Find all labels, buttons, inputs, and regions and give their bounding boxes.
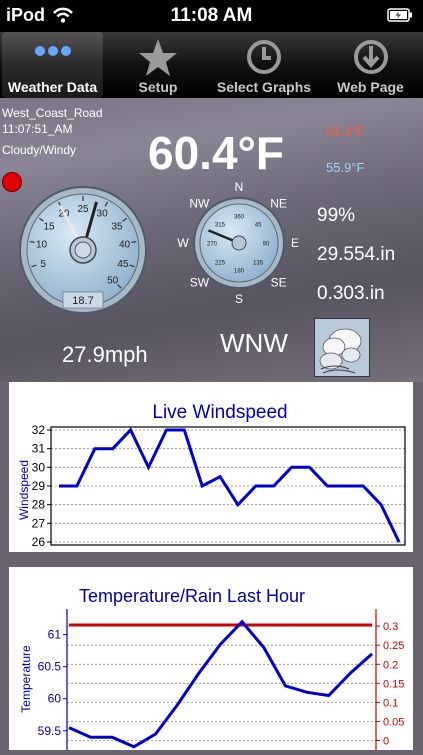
station-name: West_Coast_Road: [2, 106, 103, 120]
y-tick-label: 30: [32, 460, 46, 474]
tab-bar: Weather Data Setup Select Graphs Web Pag…: [0, 32, 423, 98]
y-tick-label: 31: [32, 442, 46, 456]
gauge-tick-label: 10: [36, 239, 48, 250]
compass-degree-label: 225: [215, 261, 226, 267]
compass-degree-label: 270: [207, 242, 218, 248]
current-temperature: 60.4°F: [148, 127, 285, 179]
y-tick-label: 29: [32, 479, 46, 493]
compass-point-label: S: [235, 292, 243, 306]
compass-point-label: SW: [190, 276, 210, 290]
cloudy-windy-icon[interactable]: [314, 318, 370, 377]
status-bar: iPod 11:08 AM: [0, 0, 423, 32]
battery-charging-icon: [387, 8, 412, 22]
gauge-tick-mark: [29, 241, 35, 243]
gauge-tick-label: 50: [107, 276, 119, 287]
condition-text: Cloudy/Windy: [2, 143, 77, 157]
y-axis-label: Temperature: [19, 645, 33, 713]
download-arrow-icon: [353, 40, 388, 74]
tab-select-graphs[interactable]: Select Graphs: [212, 32, 316, 98]
pressure-value: 29.554.in: [317, 244, 396, 265]
station-time: 11:07:51_AM: [2, 122, 73, 136]
compass-point-label: NW: [189, 196, 210, 210]
low-temperature: 55.9°F: [326, 160, 365, 175]
temperature-series-line: [68, 619, 373, 749]
star-icon: [139, 39, 177, 76]
dots-icon: [34, 46, 71, 56]
y2-tick-label: 0.05: [383, 716, 404, 728]
chart-title: Live Windspeed: [152, 402, 287, 423]
compass-point-label: W: [177, 236, 189, 250]
y-tick-label: 26: [32, 535, 46, 549]
tab-label: Select Graphs: [216, 79, 312, 95]
compass-degree-label: 90: [263, 242, 270, 248]
gauge-tick-label: 45: [117, 259, 129, 270]
gauge-tick-label: 25: [77, 204, 89, 215]
y-tick-label: 59.5: [38, 724, 62, 738]
wind-speed-gauge: 5101520253035404550 18.7: [19, 186, 147, 314]
compass-degree-label: 135: [253, 261, 264, 267]
tab-web-page[interactable]: Web Page: [320, 32, 421, 98]
y2-tick-label: 0.15: [383, 678, 404, 690]
gauge-tick-label: 35: [111, 221, 123, 232]
wind-direction-value: WNW: [220, 328, 288, 358]
y-axis-label: Windspeed: [17, 460, 31, 520]
y-tick-label: 27: [32, 516, 46, 530]
y2-tick-label: 0.25: [383, 640, 404, 652]
wind-speed-value: 27.9mph: [62, 342, 148, 367]
tab-label: Weather Data: [7, 79, 98, 95]
compass-degree-label: 45: [255, 222, 262, 228]
gauge-tick-label: 30: [97, 209, 109, 220]
windspeed-chart-panel: Live Windspeed Windspeed 26 27 28 29 30 31 32: [9, 382, 413, 552]
y2-tick-label: 0.1: [383, 697, 398, 709]
tab-setup[interactable]: Setup: [108, 32, 208, 98]
compass-degree-label: 180: [234, 269, 245, 275]
tab-weather-data[interactable]: Weather Data: [2, 32, 103, 98]
high-temperature: 61.3°F: [326, 124, 365, 139]
clock-icon: [247, 40, 281, 74]
tab-label: Web Page: [337, 79, 404, 95]
gauge-tick-label: 15: [43, 221, 55, 232]
wind-direction-compass: 360 45 90 135 180 225 270 315 N NE E SE S SW W NW: [177, 180, 299, 306]
compass-point-label: NE: [270, 196, 287, 210]
compass-degree-label: 360: [234, 215, 245, 221]
gauge-tick-label: 40: [119, 239, 131, 250]
temperature-rain-chart-panel: Temperature/Rain Last Hour Temperature 5…: [9, 567, 413, 750]
chart-title: Temperature/Rain Last Hour: [79, 586, 305, 606]
y2-tick-label: 0.3: [383, 621, 398, 633]
y-tick-label: 61: [48, 628, 62, 642]
gauge-tick-label: 5: [40, 259, 46, 270]
y-tick-label: 28: [32, 498, 46, 512]
y-tick-label: 60.5: [38, 660, 62, 674]
compass-point-label: SE: [271, 276, 287, 290]
compass-point-label: E: [291, 236, 299, 250]
rain-value: 0.303.in: [317, 283, 385, 304]
temperature-rain-chart: Temperature/Rain Last Hour Temperature 5…: [19, 586, 404, 750]
humidity-value: 99%: [317, 205, 356, 226]
clock: 11:08 AM: [170, 5, 253, 26]
compass-degree-label: 315: [215, 222, 226, 228]
y-tick-label: 60: [48, 692, 62, 706]
gauge-tick-mark: [131, 241, 137, 243]
tab-label: Setup: [138, 79, 178, 95]
y2-tick-label: 0: [383, 736, 389, 748]
wind-gauge-readout: 18.7: [72, 295, 93, 307]
windspeed-chart: Live Windspeed Windspeed 26 27 28 29 30 31 32: [17, 402, 406, 549]
y2-tick-label: 0.2: [383, 659, 398, 671]
y-tick-label: 32: [32, 423, 46, 437]
compass-point-label: N: [235, 180, 244, 194]
